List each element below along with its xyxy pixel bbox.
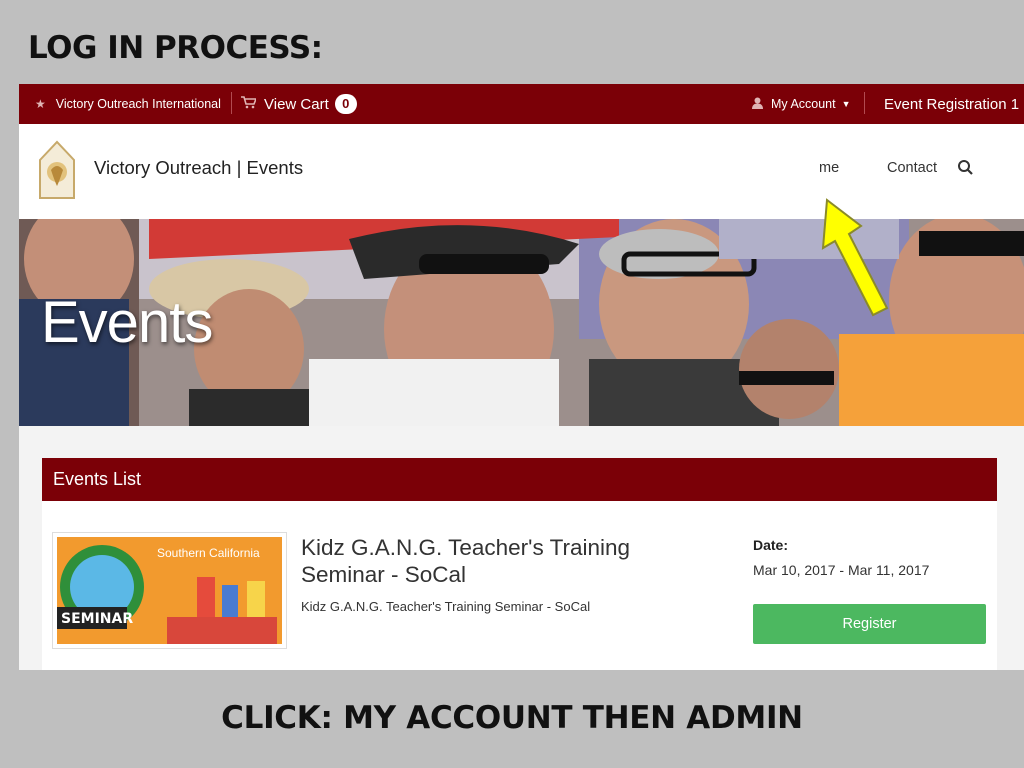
image-caption-top: Southern California <box>157 546 260 560</box>
top-bar: ★ Victory Outreach International View Ca… <box>19 84 1024 124</box>
divider <box>864 92 865 114</box>
nav-contact[interactable]: Contact <box>887 160 937 176</box>
cart-icon <box>241 96 258 112</box>
view-cart-label: View Cart <box>264 95 329 113</box>
event-title[interactable]: Kidz G.A.N.G. Teacher's Training Seminar… <box>301 534 681 588</box>
event-subtitle: Kidz G.A.N.G. Teacher's Training Seminar… <box>301 599 591 614</box>
date-value: Mar 10, 2017 - Mar 11, 2017 <box>753 562 930 578</box>
nav-home[interactable]: me <box>819 160 839 176</box>
user-icon <box>752 97 763 112</box>
victory-outreach-logo[interactable] <box>37 138 77 200</box>
my-account-dropdown[interactable]: My Account ▼ <box>752 84 851 124</box>
view-cart-link[interactable]: View Cart 0 <box>241 84 357 124</box>
date-label: Date: <box>753 537 789 553</box>
org-label: Victory Outreach International <box>55 97 221 111</box>
my-account-label: My Account <box>771 97 836 111</box>
slide-title: LOG IN PROCESS: <box>28 30 323 66</box>
slide-caption: CLICK: MY ACCOUNT THEN ADMIN <box>221 700 803 736</box>
events-list-heading: Events List <box>42 458 997 501</box>
pointer-arrow-annotation <box>821 198 889 317</box>
hero-title: Events <box>41 290 213 355</box>
events-list-panel: Events List Southern California SEMINAR … <box>42 458 997 670</box>
event-registration-link[interactable]: Event Registration 1 <box>884 84 1019 124</box>
register-button[interactable]: Register <box>753 604 986 644</box>
event-thumbnail[interactable]: Southern California SEMINAR <box>52 532 287 649</box>
brand-name[interactable]: Victory Outreach | Events <box>94 157 303 179</box>
org-link[interactable]: ★ Victory Outreach International <box>35 84 221 124</box>
cart-count-badge: 0 <box>334 94 357 114</box>
chevron-down-icon: ▼ <box>841 99 851 109</box>
star-icon: ★ <box>35 97 46 111</box>
search-icon[interactable] <box>957 159 975 177</box>
browser-screenshot: ★ Victory Outreach International View Ca… <box>19 84 1024 670</box>
divider <box>231 92 232 114</box>
image-caption-bottom: SEMINAR <box>61 611 133 627</box>
